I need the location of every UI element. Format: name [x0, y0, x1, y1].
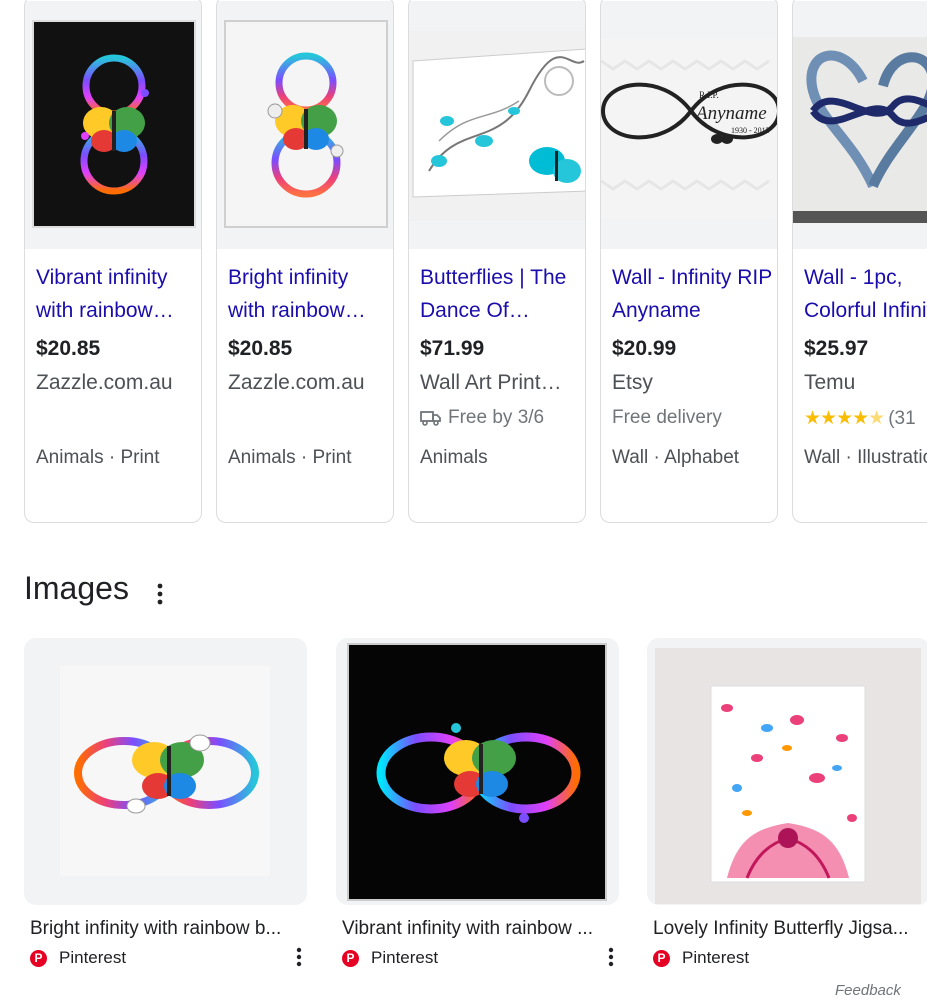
- image-more-options-button[interactable]: [291, 946, 307, 968]
- product-tags: Wall · Illustration: [804, 447, 927, 468]
- product-title[interactable]: Wall - Infinity RIP Anyname: [612, 261, 772, 327]
- product-price: $25.97: [804, 337, 869, 360]
- product-card[interactable]: Butterflies | The Dance Of Butterflies $…: [408, 0, 586, 523]
- delivery-text: Free by 3/6: [448, 407, 545, 428]
- pinterest-logo-icon: P: [653, 949, 670, 967]
- product-title[interactable]: Bright infinity with rainbow butterfly: [228, 261, 388, 327]
- product-image[interactable]: [25, 1, 201, 249]
- image-source-name: Pinterest: [371, 948, 439, 967]
- product-tags: Animals · Print: [228, 447, 352, 468]
- product-store: Wall Art Print…: [420, 371, 562, 394]
- product-price: $20.99: [612, 337, 677, 360]
- rating-stars: ★★★★: [804, 408, 869, 429]
- product-tags: Wall · Alphabet: [612, 447, 740, 468]
- product-title[interactable]: Vibrant infinity with rainbow butterfly: [36, 261, 196, 327]
- pinterest-logo-icon: P: [342, 949, 359, 967]
- product-image[interactable]: [409, 1, 585, 249]
- image-source[interactable]: P Pinterest: [30, 948, 126, 968]
- delivery-text: Free delivery: [612, 407, 722, 428]
- product-store: Temu: [804, 371, 856, 394]
- image-result[interactable]: Lovely Infinity Butterfly Jigsa... P Pin…: [647, 638, 927, 967]
- name-text: Anyname: [694, 103, 767, 124]
- product-card[interactable]: R.I.P. Anyname 1930 - 2015 Wall - Infini…: [600, 0, 778, 523]
- image-source-name: Pinterest: [682, 948, 750, 967]
- image-source[interactable]: P Pinterest: [342, 948, 438, 968]
- product-image[interactable]: R.I.P. Anyname 1930 - 2015: [601, 1, 777, 249]
- product-rating: ★★★★ ★ (31: [804, 407, 916, 430]
- pinterest-logo-icon: P: [30, 949, 47, 967]
- images-more-options-button[interactable]: [150, 578, 170, 610]
- product-store: Etsy: [612, 371, 653, 394]
- product-store: Zazzle.com.au: [228, 371, 365, 394]
- more-vert-icon: [608, 947, 614, 967]
- image-caption[interactable]: Vibrant infinity with rainbow ...: [342, 918, 612, 940]
- image-source[interactable]: P Pinterest: [653, 948, 749, 968]
- image-caption[interactable]: Bright infinity with rainbow b...: [30, 918, 300, 940]
- image-thumbnail[interactable]: [336, 638, 619, 905]
- delivery-truck-icon: [420, 411, 441, 426]
- product-tags: Animals: [420, 447, 488, 468]
- more-vert-icon: [296, 947, 302, 967]
- product-price: $20.85: [36, 337, 101, 360]
- image-source-name: Pinterest: [59, 948, 127, 967]
- years-text: 1930 - 2015: [731, 126, 770, 135]
- product-price: $71.99: [420, 337, 485, 360]
- product-store: Zazzle.com.au: [36, 371, 173, 394]
- product-image[interactable]: [217, 1, 393, 249]
- image-result[interactable]: Bright infinity with rainbow b... P Pint…: [24, 638, 307, 967]
- image-thumbnail[interactable]: [24, 638, 307, 905]
- product-title[interactable]: Wall - 1pc, Colorful Infinity: [804, 261, 927, 327]
- images-section-heading: Images: [24, 570, 129, 606]
- image-caption[interactable]: Lovely Infinity Butterfly Jigsa...: [653, 918, 923, 940]
- product-card[interactable]: Wall - 1pc, Colorful Infinity $25.97 Tem…: [792, 0, 927, 523]
- product-image[interactable]: [793, 1, 927, 249]
- rating-count: (31: [888, 407, 916, 429]
- image-more-options-button[interactable]: [603, 946, 619, 968]
- product-title[interactable]: Butterflies | The Dance Of Butterflies: [420, 261, 580, 327]
- image-thumbnail[interactable]: [647, 638, 927, 905]
- delivery-info: Free delivery: [612, 407, 722, 429]
- delivery-info: Free by 3/6: [420, 407, 544, 429]
- product-price: $20.85: [228, 337, 293, 360]
- shopping-results-carousel: Vibrant infinity with rainbow butterfly …: [0, 0, 927, 530]
- image-result[interactable]: Vibrant infinity with rainbow ... P Pint…: [336, 638, 619, 967]
- product-card[interactable]: Vibrant infinity with rainbow butterfly …: [24, 0, 202, 523]
- product-tags: Animals · Print: [36, 447, 160, 468]
- rip-text: R.I.P.: [699, 90, 719, 100]
- more-vert-icon: [157, 583, 163, 605]
- rating-half-star: ★: [868, 408, 885, 429]
- feedback-link[interactable]: Feedback: [835, 982, 901, 999]
- product-card[interactable]: Bright infinity with rainbow butterfly $…: [216, 0, 394, 523]
